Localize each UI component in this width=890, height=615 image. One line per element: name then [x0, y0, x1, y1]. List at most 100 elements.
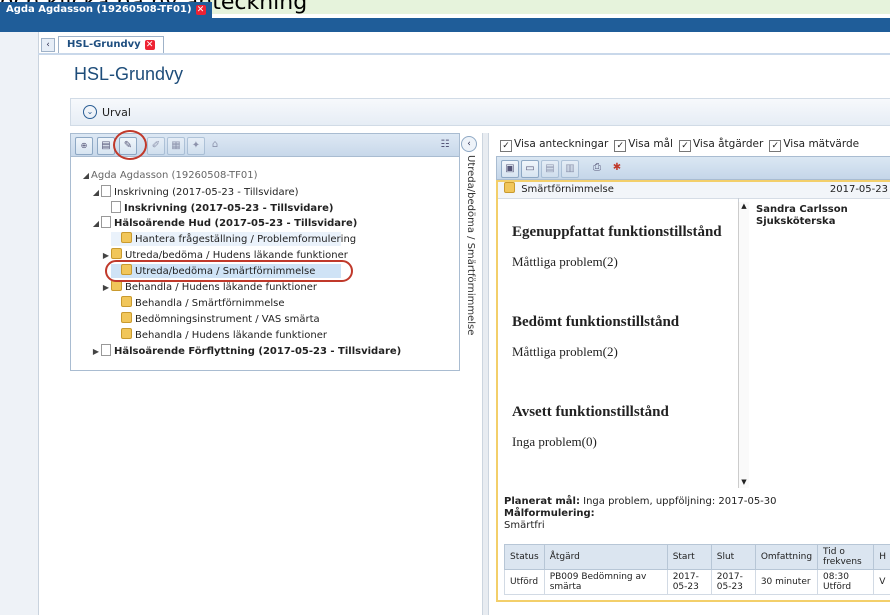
note-panel: Smärtförnimmelse 2017-05-23 Egenuppfatta… [496, 180, 890, 602]
tree-item-label: Inskrivning (2017-05-23 - Tillsvidare) [114, 187, 299, 198]
tree-item[interactable]: Bedömningsinstrument / VAS smärta [111, 312, 320, 326]
filter-icon[interactable]: ⊕ [75, 137, 93, 155]
chevron-left-icon[interactable]: ‹ [461, 136, 477, 152]
edit-icon[interactable]: ✐ [147, 137, 165, 155]
checkbox-icon[interactable]: ✓ [614, 140, 627, 152]
table-row[interactable]: Utförd PB009 Bedömning av smärta 2017-05… [504, 569, 890, 595]
tree-item[interactable]: Hantera frågeställning / Problemformuler… [111, 232, 356, 246]
tree-item[interactable]: ▶ Hälsoärende Förflyttning (2017-05-23 - … [91, 344, 401, 358]
expand-arrow-icon[interactable]: ▶ [91, 345, 101, 359]
grid-icon[interactable]: ☷ [437, 137, 453, 153]
page-icon[interactable]: ▭ [521, 160, 539, 178]
tree-item[interactable]: ▶ Behandla / Hudens läkande funktioner [101, 280, 317, 294]
table-cell: 30 minuter [754, 569, 819, 595]
column-header[interactable]: Omfattning [754, 544, 819, 570]
delete-icon[interactable]: ▥ [561, 160, 579, 178]
tree-item[interactable]: Behandla / Hudens läkande funktioner [111, 328, 327, 342]
note-content: Egenuppfattat funktionstillstånd Måttlig… [498, 198, 739, 488]
column-header[interactable]: Slut [710, 544, 756, 570]
column-header[interactable]: Start [666, 544, 712, 570]
urval-bar[interactable]: ⌄ Urval [70, 98, 890, 126]
expand-arrow-icon[interactable]: ◢ [81, 169, 91, 183]
checkbox-visa-matvarde[interactable]: ✓ Visa mätvärde [769, 138, 859, 152]
expand-arrow-icon[interactable]: ◢ [91, 186, 101, 200]
goal-formulation-value: Smärtfri [504, 520, 545, 531]
section-value: Inga problem(0) [512, 434, 597, 449]
actions-table: Status Åtgärd Start Slut Omfattning Tid … [504, 544, 890, 595]
checkbox-icon[interactable]: ✓ [769, 140, 782, 152]
column-header[interactable]: Tid o frekvens [817, 544, 875, 570]
checkbox-visa-mal[interactable]: ✓ Visa mål [614, 138, 673, 152]
tree-item-label: Behandla / Hudens läkande funktioner [135, 330, 327, 341]
tree-item-label: Bedömningsinstrument / VAS smärta [135, 314, 320, 325]
panel-splitter[interactable] [482, 133, 489, 615]
table-cell: 2017-05-23 [666, 569, 712, 595]
checkbox-visa-anteckningar[interactable]: ✓ Visa anteckningar [500, 138, 608, 152]
lock-icon [121, 232, 132, 243]
goal-formulation-label: Målformulering: [504, 508, 595, 519]
column-header[interactable]: Status [504, 544, 545, 570]
scroll-up-icon[interactable]: ▲ [739, 202, 749, 210]
checkbox-label: Visa anteckningar [514, 138, 609, 150]
section-heading: Egenuppfattat funktionstillstånd [512, 224, 722, 240]
checkbox-icon[interactable]: ✓ [500, 140, 512, 152]
tag-icon[interactable]: ⌂ [207, 137, 223, 153]
edit-icon[interactable]: ▤ [541, 160, 559, 178]
tree-toolbar: ⊕ ▤ ✎ ✐ ▦ ✦ ⌂ ☷ [71, 130, 459, 160]
column-header[interactable]: H [873, 544, 890, 570]
view-options: ✓ Visa anteckningar ✓ Visa mål ✓ Visa åtgär… [500, 138, 859, 152]
checkbox-visa-atgarder[interactable]: ✓ Visa åtgärder [678, 138, 764, 152]
tree-item[interactable]: ◢ Hälsoärende Hud (2017-05-23 - Tillsvida… [91, 216, 357, 230]
document-icon [101, 344, 111, 356]
section-value: Måttliga problem(2) [512, 254, 618, 269]
goal-info: Planerat mål: Inga problem, uppföljning:… [504, 496, 777, 532]
table-cell: V [873, 569, 890, 595]
chevron-down-icon[interactable]: ⌄ [83, 105, 97, 119]
note-scrollbar[interactable]: ▲ ▼ [738, 202, 749, 488]
signature: Sandra Carlsson Sjuksköterska [756, 204, 848, 228]
planned-goal-value: Inga problem, uppföljning: 2017-05-30 [583, 496, 777, 507]
tree-item[interactable]: ◢ Agda Agdasson (19260508-TF01) [81, 169, 258, 183]
time-value: 08:30 [823, 572, 849, 582]
tab-divider [38, 53, 890, 55]
tree-item[interactable]: Inskrivning (2017-05-23 - Tillsvidare) [101, 201, 333, 215]
patient-tab-label: Agda Agdasson (19260508-TF01) [6, 4, 192, 15]
checkbox-icon[interactable]: ✓ [678, 140, 691, 152]
collapsed-panel-label[interactable]: Utreda/bedöma / Smärtförnimmelse [462, 155, 476, 335]
close-icon[interactable]: ✕ [195, 5, 206, 15]
left-gutter [0, 32, 39, 615]
table-cell: Utförd [504, 569, 545, 595]
tab-hsl-grundvy[interactable]: HSL-Grundvy ✕ [58, 36, 164, 53]
tree-item-label: Agda Agdasson (19260508-TF01) [91, 170, 258, 181]
section-heading: Avsett funktionstillstånd [512, 404, 669, 420]
close-icon[interactable]: ✕ [144, 40, 155, 50]
calendar-icon[interactable]: ▦ [167, 137, 185, 155]
column-header[interactable]: Åtgärd [543, 544, 668, 570]
document-icon [111, 201, 121, 213]
star-icon[interactable]: ✦ [187, 137, 205, 155]
tree-item[interactable]: Behandla / Smärtförnimmelse [111, 296, 285, 310]
print-icon[interactable]: ⎙ [589, 160, 605, 176]
checkbox-label: Visa mål [628, 138, 673, 150]
section-heading: Bedömt funktionstillstånd [512, 314, 680, 330]
save-icon[interactable]: ▣ [501, 160, 519, 178]
scroll-down-icon[interactable]: ▼ [739, 478, 749, 486]
tree-item-label: Hälsoärende Hud (2017-05-23 - Tillsvidar… [114, 218, 358, 229]
document-icon [101, 185, 111, 197]
table-cell: 08:30 Utförd [817, 569, 875, 595]
checkbox-label: Visa åtgärder [692, 138, 764, 150]
tree-item-label: Inskrivning (2017-05-23 - Tillsvidare) [124, 203, 334, 214]
collapse-sidebar-button[interactable]: ‹ [41, 38, 55, 52]
urval-label: Urval [102, 105, 131, 119]
note-header[interactable]: Smärtförnimmelse 2017-05-23 [498, 182, 890, 199]
patient-tab[interactable]: Agda Agdasson (19260508-TF01) ✕ [0, 2, 212, 18]
tree-item[interactable]: ◢ Inskrivning (2017-05-23 - Tillsvidare) [91, 185, 299, 199]
checkbox-label: Visa mätvärde [783, 138, 860, 150]
expand-arrow-icon[interactable]: ▶ [101, 281, 111, 295]
document-icon [101, 216, 111, 228]
section-value: Måttliga problem(2) [512, 344, 618, 359]
note-toolbar: ▣ ▭ ▤ ▥ ⎙ ✱ [496, 156, 890, 180]
settings-icon[interactable]: ✱ [609, 160, 625, 176]
lock-icon [111, 248, 122, 259]
expand-arrow-icon[interactable]: ◢ [91, 217, 101, 231]
